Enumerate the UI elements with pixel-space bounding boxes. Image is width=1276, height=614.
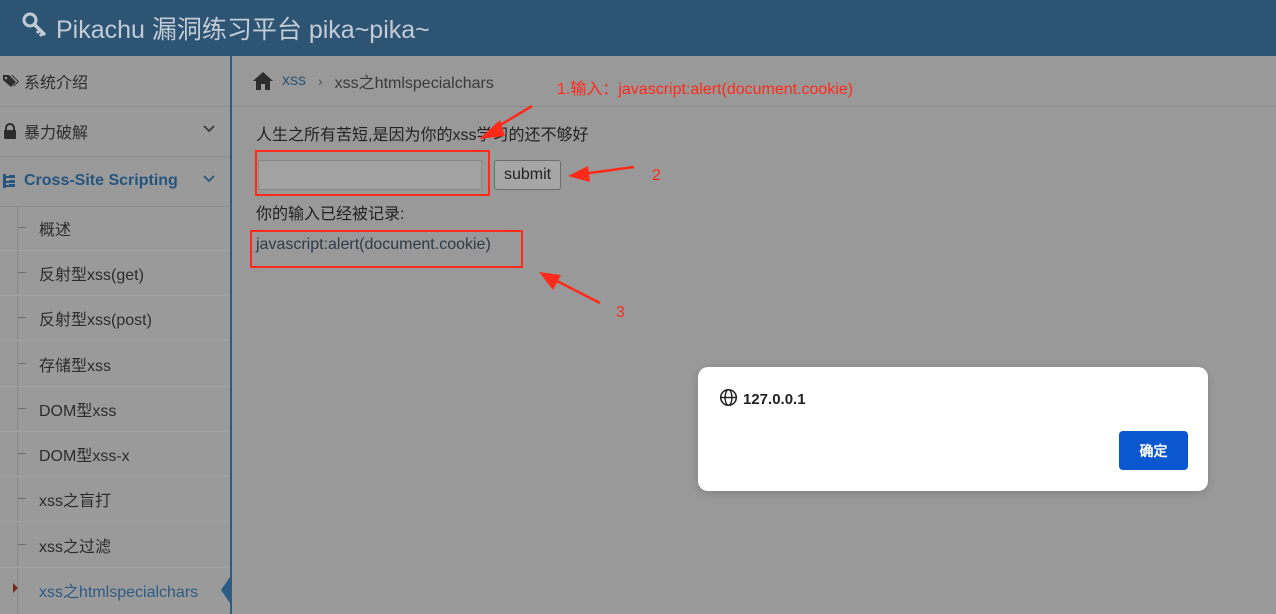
dialog-origin-text: 127.0.0.1 xyxy=(743,391,806,408)
arrow-icon xyxy=(568,165,635,182)
ok-button[interactable]: 确定 xyxy=(1119,431,1188,470)
arrow-icon xyxy=(539,272,601,305)
globe-icon xyxy=(719,388,743,411)
dialog-origin: 127.0.0.1 xyxy=(719,388,806,411)
alert-dialog: 127.0.0.1 确定 xyxy=(698,367,1208,491)
arrow-icon xyxy=(479,104,533,139)
annotation-arrows xyxy=(479,104,635,305)
